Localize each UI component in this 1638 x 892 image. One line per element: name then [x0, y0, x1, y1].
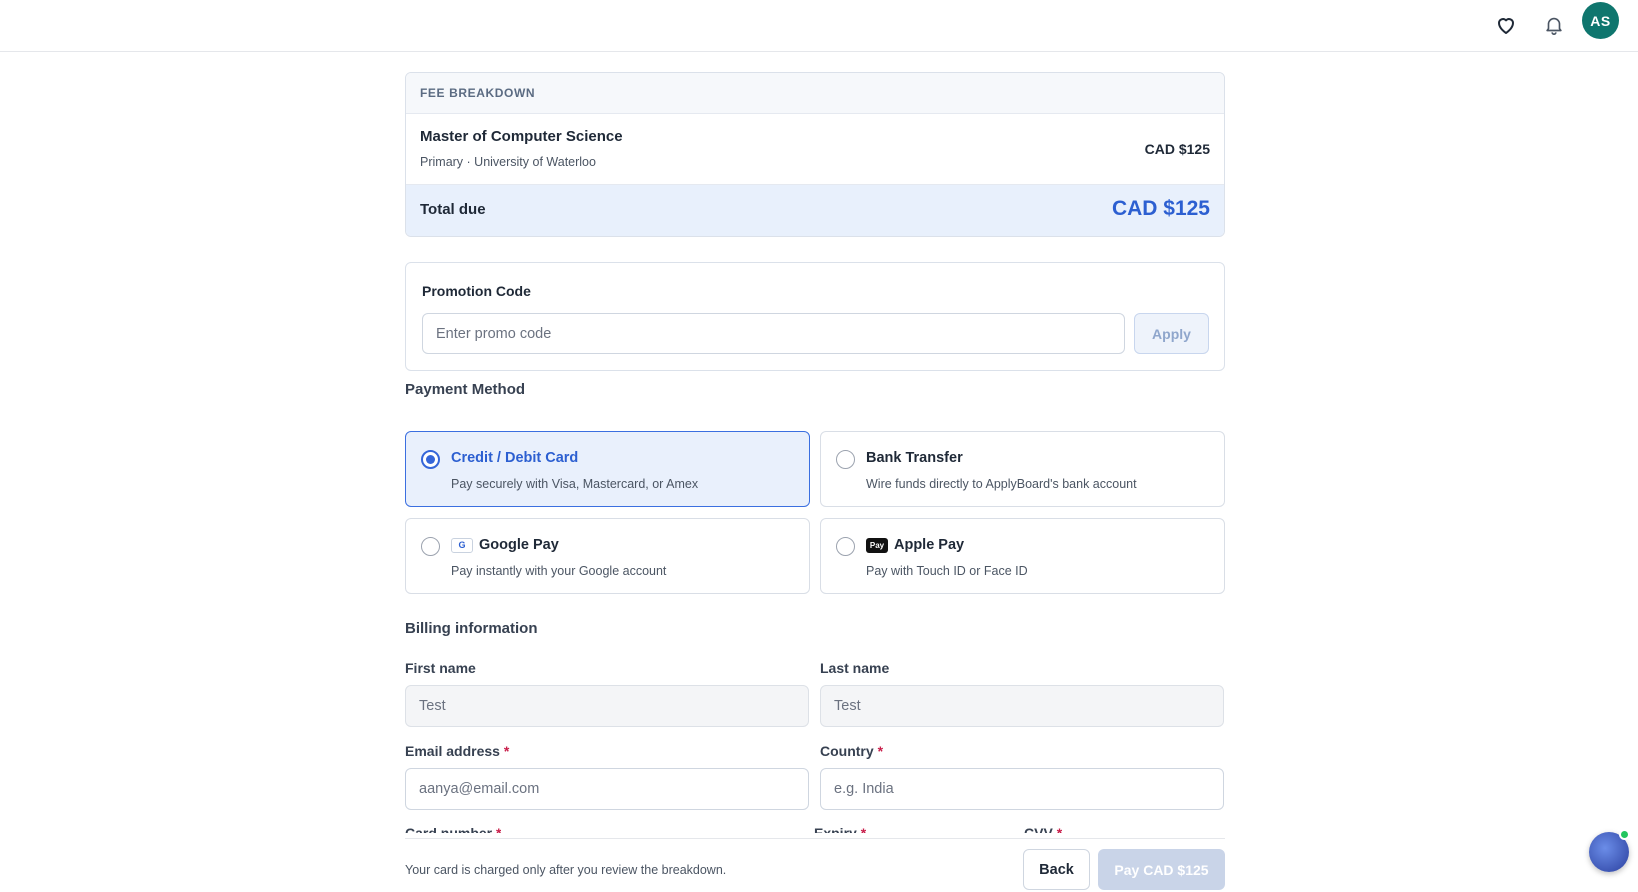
payment-option-bank-transfer[interactable]: Bank Transfer Wire funds directly to App…	[820, 431, 1225, 507]
first-name-label: First name	[405, 660, 476, 676]
total-due-amount: CAD $125	[1111, 197, 1210, 220]
payment-option-title: G Google Pay	[451, 537, 559, 553]
promo-code-label: Promotion Code	[422, 283, 531, 299]
footer-note: Your card is charged only after you revi…	[405, 863, 727, 877]
fee-line-amount: CAD $125	[1144, 141, 1210, 157]
expiry-label: Expiry *	[814, 825, 867, 833]
back-button[interactable]: Back	[1023, 849, 1090, 890]
fee-program-name: Master of Computer Science	[420, 128, 623, 145]
billing-info-title: Billing information	[405, 620, 538, 637]
google-pay-icon: G	[451, 537, 473, 553]
payment-option-desc: Pay instantly with your Google account	[451, 564, 667, 578]
apply-promo-button[interactable]: Apply	[1134, 313, 1209, 354]
top-bar: AS	[0, 0, 1638, 52]
pay-button[interactable]: Pay CAD $125	[1098, 849, 1225, 890]
payment-option-desc: Pay with Touch ID or Face ID	[866, 564, 1028, 578]
checkout-footer: Your card is charged only after you revi…	[405, 838, 1225, 892]
last-name-label: Last name	[820, 660, 890, 676]
email-field[interactable]	[405, 768, 809, 810]
payment-option-title: Pay Apple Pay	[866, 537, 964, 553]
online-status-dot	[1619, 829, 1630, 840]
fee-breakdown-heading: FEE BREAKDOWN	[406, 73, 1224, 114]
heart-icon[interactable]	[1488, 7, 1524, 43]
radio-selected[interactable]	[421, 450, 440, 469]
fee-breakdown-card: FEE BREAKDOWN Master of Computer Science…	[405, 72, 1225, 237]
radio-unselected[interactable]	[836, 450, 855, 469]
fee-total-row: Total due CAD $125	[406, 185, 1224, 236]
payment-option-title: Bank Transfer	[866, 450, 963, 466]
fee-program-detail: Primary · University of Waterloo	[420, 155, 596, 169]
payment-option-google-pay[interactable]: G Google Pay Pay instantly with your Goo…	[405, 518, 810, 594]
promo-code-card: Promotion Code Apply	[405, 262, 1225, 371]
country-label: Country *	[820, 743, 884, 759]
payment-option-apple-pay[interactable]: Pay Apple Pay Pay with Touch ID or Face …	[820, 518, 1225, 594]
last-name-field[interactable]	[820, 685, 1224, 727]
total-due-label: Total due	[420, 201, 486, 218]
bell-icon[interactable]	[1536, 7, 1572, 43]
payment-option-title: Credit / Debit Card	[451, 450, 579, 466]
card-number-label: Card number *	[405, 825, 502, 833]
cvv-label: CVV *	[1024, 825, 1063, 833]
fee-line-item: Master of Computer Science Primary · Uni…	[406, 114, 1224, 185]
payment-option-card[interactable]: Credit / Debit Card Pay securely with Vi…	[405, 431, 810, 507]
radio-unselected[interactable]	[836, 537, 855, 556]
payment-option-desc: Wire funds directly to ApplyBoard's bank…	[866, 477, 1137, 491]
payment-option-desc: Pay securely with Visa, Mastercard, or A…	[451, 477, 699, 491]
payment-method-title: Payment Method	[405, 381, 526, 398]
country-field[interactable]	[820, 768, 1224, 810]
email-label: Email address *	[405, 743, 510, 759]
promo-code-input[interactable]	[422, 313, 1125, 354]
avatar[interactable]: AS	[1582, 2, 1619, 39]
first-name-field[interactable]	[405, 685, 809, 727]
radio-unselected[interactable]	[421, 537, 440, 556]
apple-pay-icon: Pay	[866, 537, 888, 553]
